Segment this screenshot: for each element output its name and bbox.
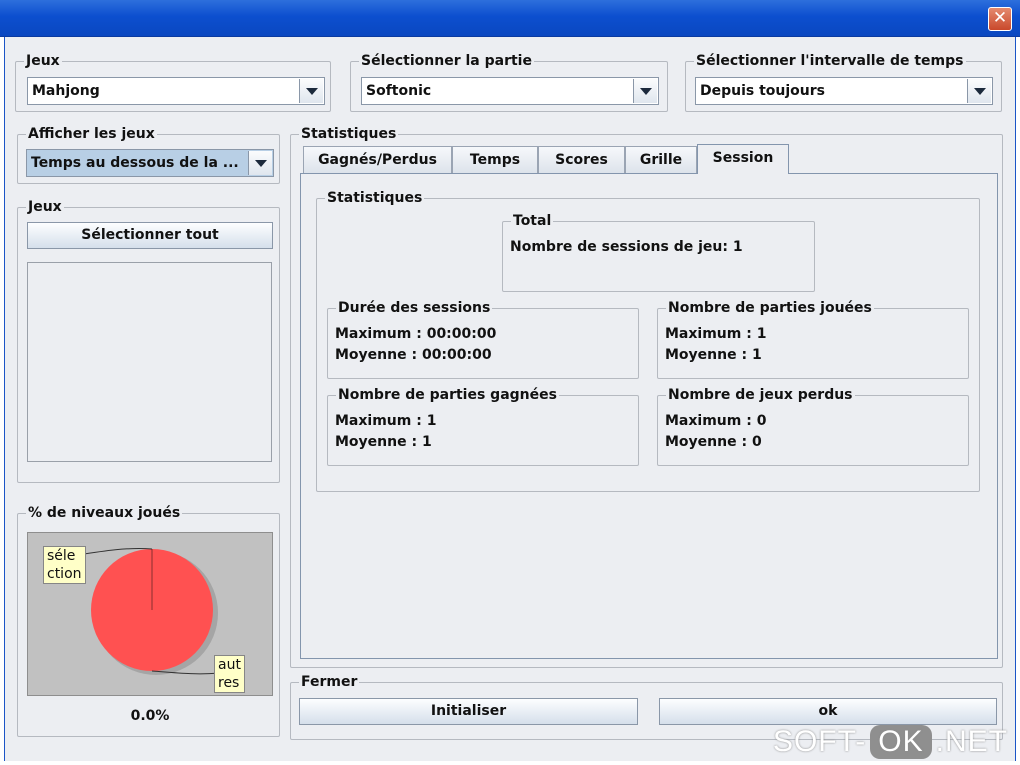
show-games-legend: Afficher les jeux: [26, 125, 157, 143]
duration-max: Maximum : 00:00:00: [335, 326, 497, 342]
watermark-left: SOFT-: [772, 725, 867, 758]
won-max: Maximum : 1: [335, 413, 437, 429]
interval-combo-arrow[interactable]: [967, 79, 991, 103]
title-bar: ✕: [0, 0, 1020, 37]
watermark-right: .NET: [935, 725, 1008, 758]
duration-legend: Durée des sessions: [336, 299, 493, 317]
chevron-down-icon: [973, 87, 986, 95]
lost-max: Maximum : 0: [665, 413, 767, 429]
games-combo-value: Mahjong: [32, 83, 100, 99]
close-legend: Fermer: [299, 673, 360, 691]
chevron-down-icon: [254, 159, 267, 167]
watermark-ok: OK: [870, 725, 932, 759]
lost-avg: Moyenne : 0: [665, 434, 762, 450]
selection-note: séle ction: [43, 546, 86, 584]
show-games-combo-arrow[interactable]: [248, 151, 272, 175]
games-listbox[interactable]: [27, 262, 272, 462]
chevron-down-icon: [639, 87, 652, 95]
levels-pie-chart: séle ction aut res: [27, 532, 273, 696]
won-avg: Moyenne : 1: [335, 434, 432, 450]
duration-avg: Moyenne : 00:00:00: [335, 347, 492, 363]
played-avg: Moyenne : 1: [665, 347, 762, 363]
tab-scores[interactable]: Scores: [538, 146, 625, 173]
total-legend: Total: [511, 212, 554, 230]
chevron-down-icon: [305, 87, 318, 95]
inner-statistics-legend: Statistiques: [325, 189, 425, 207]
game-select-combo-arrow[interactable]: [633, 79, 657, 103]
game-select-combo-value: Softonic: [366, 83, 432, 99]
show-games-combo-value: Temps au dessous de la ...: [31, 155, 239, 171]
ok-button[interactable]: ok: [659, 698, 997, 725]
selection-note-line2: ction: [47, 566, 82, 582]
game-select-combo[interactable]: Softonic: [361, 77, 659, 105]
reset-button[interactable]: Initialiser: [299, 698, 638, 725]
statistics-legend: Statistiques: [299, 125, 399, 143]
show-games-combo[interactable]: Temps au dessous de la ...: [26, 149, 274, 177]
played-max: Maximum : 1: [665, 326, 767, 342]
interval-combo[interactable]: Depuis toujours: [695, 77, 993, 105]
games-combo[interactable]: Mahjong: [27, 77, 325, 105]
games-list-legend: Jeux: [26, 198, 64, 216]
interval-legend: Sélectionner l'intervalle de temps: [694, 52, 966, 70]
close-button[interactable]: ✕: [988, 7, 1012, 31]
tab-won-lost[interactable]: Gagnés/Perdus: [303, 146, 452, 173]
lost-legend: Nombre de jeux perdus: [666, 386, 855, 404]
selection-note-line1: séle: [47, 548, 76, 564]
won-legend: Nombre de parties gagnées: [336, 386, 559, 404]
select-all-button[interactable]: Sélectionner tout: [27, 222, 273, 249]
statistics-window: Jeux Mahjong Sélectionner la partie Soft…: [4, 37, 1016, 761]
close-icon: ✕: [992, 8, 1008, 28]
sessions-count: Nombre de sessions de jeu: 1: [510, 239, 743, 255]
tab-session[interactable]: Session: [697, 144, 789, 174]
played-legend: Nombre de parties jouées: [666, 299, 874, 317]
games-combo-arrow[interactable]: [299, 79, 323, 103]
others-note-line1: aut: [218, 657, 241, 673]
others-note: aut res: [214, 655, 245, 693]
watermark: SOFT- OK .NET: [773, 725, 1008, 759]
levels-percent: 0.0%: [130, 708, 170, 724]
game-select-legend: Sélectionner la partie: [359, 52, 534, 70]
tab-grid[interactable]: Grille: [625, 146, 697, 173]
others-note-line2: res: [218, 675, 240, 691]
levels-legend: % de niveaux joués: [26, 504, 183, 522]
interval-combo-value: Depuis toujours: [700, 83, 826, 99]
games-legend: Jeux: [24, 52, 62, 70]
tab-time[interactable]: Temps: [452, 146, 538, 173]
